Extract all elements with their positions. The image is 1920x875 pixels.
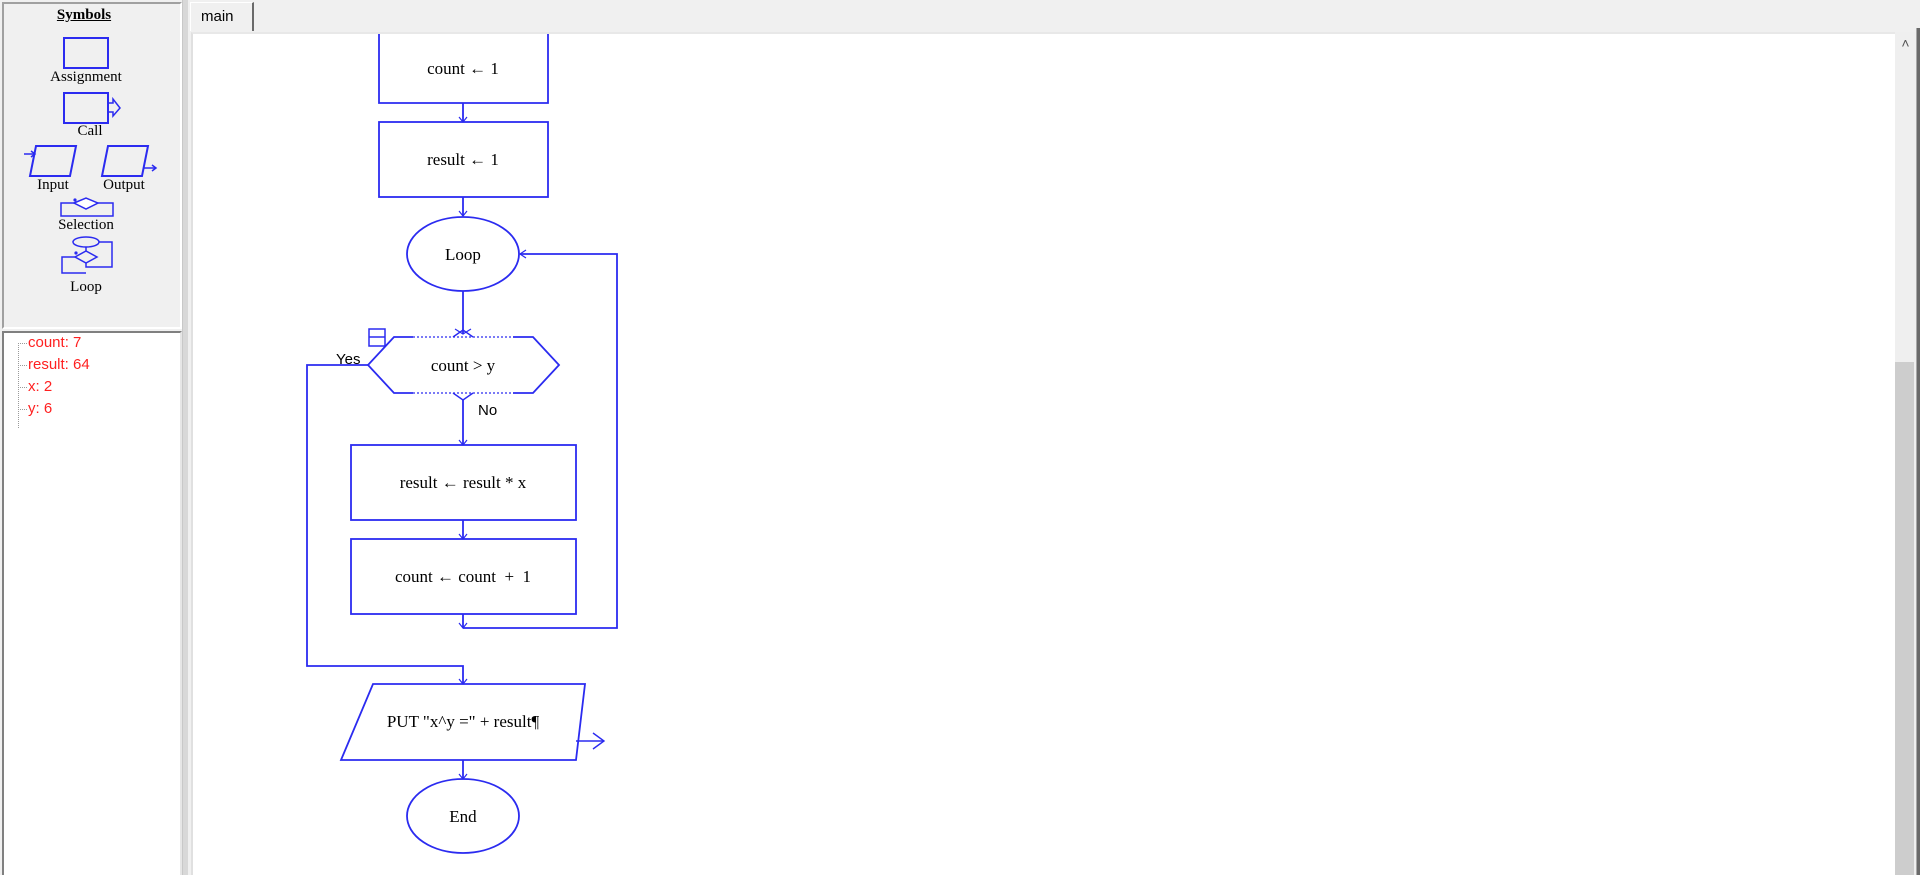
condition-text: count > y: [431, 356, 496, 375]
loop-symbol-icon[interactable]: [60, 235, 116, 275]
call-symbol-label[interactable]: Call: [78, 123, 103, 140]
symbols-panel: Symbols Assignment Call Input Output Sel…: [2, 2, 182, 329]
vertical-scrollbar[interactable]: ˄: [1895, 32, 1916, 875]
variable-y-text: y: 6: [28, 400, 53, 417]
variable-result-text: result: 64: [28, 356, 90, 373]
loop-symbol-label[interactable]: Loop: [70, 279, 102, 296]
loop-text: Loop: [445, 245, 481, 264]
no-label: No: [478, 402, 497, 419]
selection-symbol-label[interactable]: Selection: [58, 217, 114, 234]
panel-splitter[interactable]: [182, 0, 188, 875]
output-text: PUT "x^y =" + result¶: [387, 712, 540, 731]
variable-result[interactable]: result: 64: [18, 355, 90, 375]
output-symbol-icon[interactable]: [100, 144, 160, 180]
variable-count[interactable]: count: 7: [18, 333, 81, 353]
variable-x-text: x: 2: [28, 378, 53, 395]
condition-hexagon-right[interactable]: [513, 336, 561, 394]
assign-count-text: count ← 1: [427, 59, 499, 78]
variable-count-text: count: 7: [28, 334, 82, 351]
assignment-symbol-label[interactable]: Assignment: [50, 69, 122, 86]
assign-incr-text: count ← count + 1: [395, 567, 531, 586]
input-symbol-label[interactable]: Input: [37, 177, 69, 194]
assign-result-text: result ← 1: [427, 150, 499, 169]
tab-main[interactable]: main: [190, 2, 254, 31]
variable-x[interactable]: x: 2: [18, 377, 52, 397]
call-symbol-icon[interactable]: [62, 91, 126, 125]
scroll-up-arrow-icon[interactable]: ˄: [1895, 32, 1916, 52]
input-symbol-icon[interactable]: [22, 144, 82, 180]
output-symbol-label[interactable]: Output: [103, 177, 145, 194]
tab-strip: main: [188, 0, 1920, 32]
assign-mult-text: result ← result * x: [400, 473, 527, 492]
variable-watch-panel: count: 7 result: 64 x: 2 y: 6: [2, 331, 182, 875]
variable-y[interactable]: y: 6: [18, 399, 52, 419]
yes-branch-connector: [306, 364, 464, 684]
symbols-title: Symbols: [56, 7, 112, 23]
assignment-symbol-icon[interactable]: [62, 36, 112, 70]
flowchart-diagram: count ← 1 result ← 1 Loop count > y Yes …: [306, 34, 618, 854]
selection-symbol-icon[interactable]: [59, 196, 117, 218]
scrollbar-thumb[interactable]: [1895, 362, 1914, 875]
flowchart-canvas[interactable]: count ← 1 result ← 1 Loop count > y Yes …: [191, 32, 1897, 875]
yes-label: Yes: [336, 351, 360, 368]
end-text: End: [449, 807, 477, 826]
window-edge: [1916, 28, 1920, 875]
